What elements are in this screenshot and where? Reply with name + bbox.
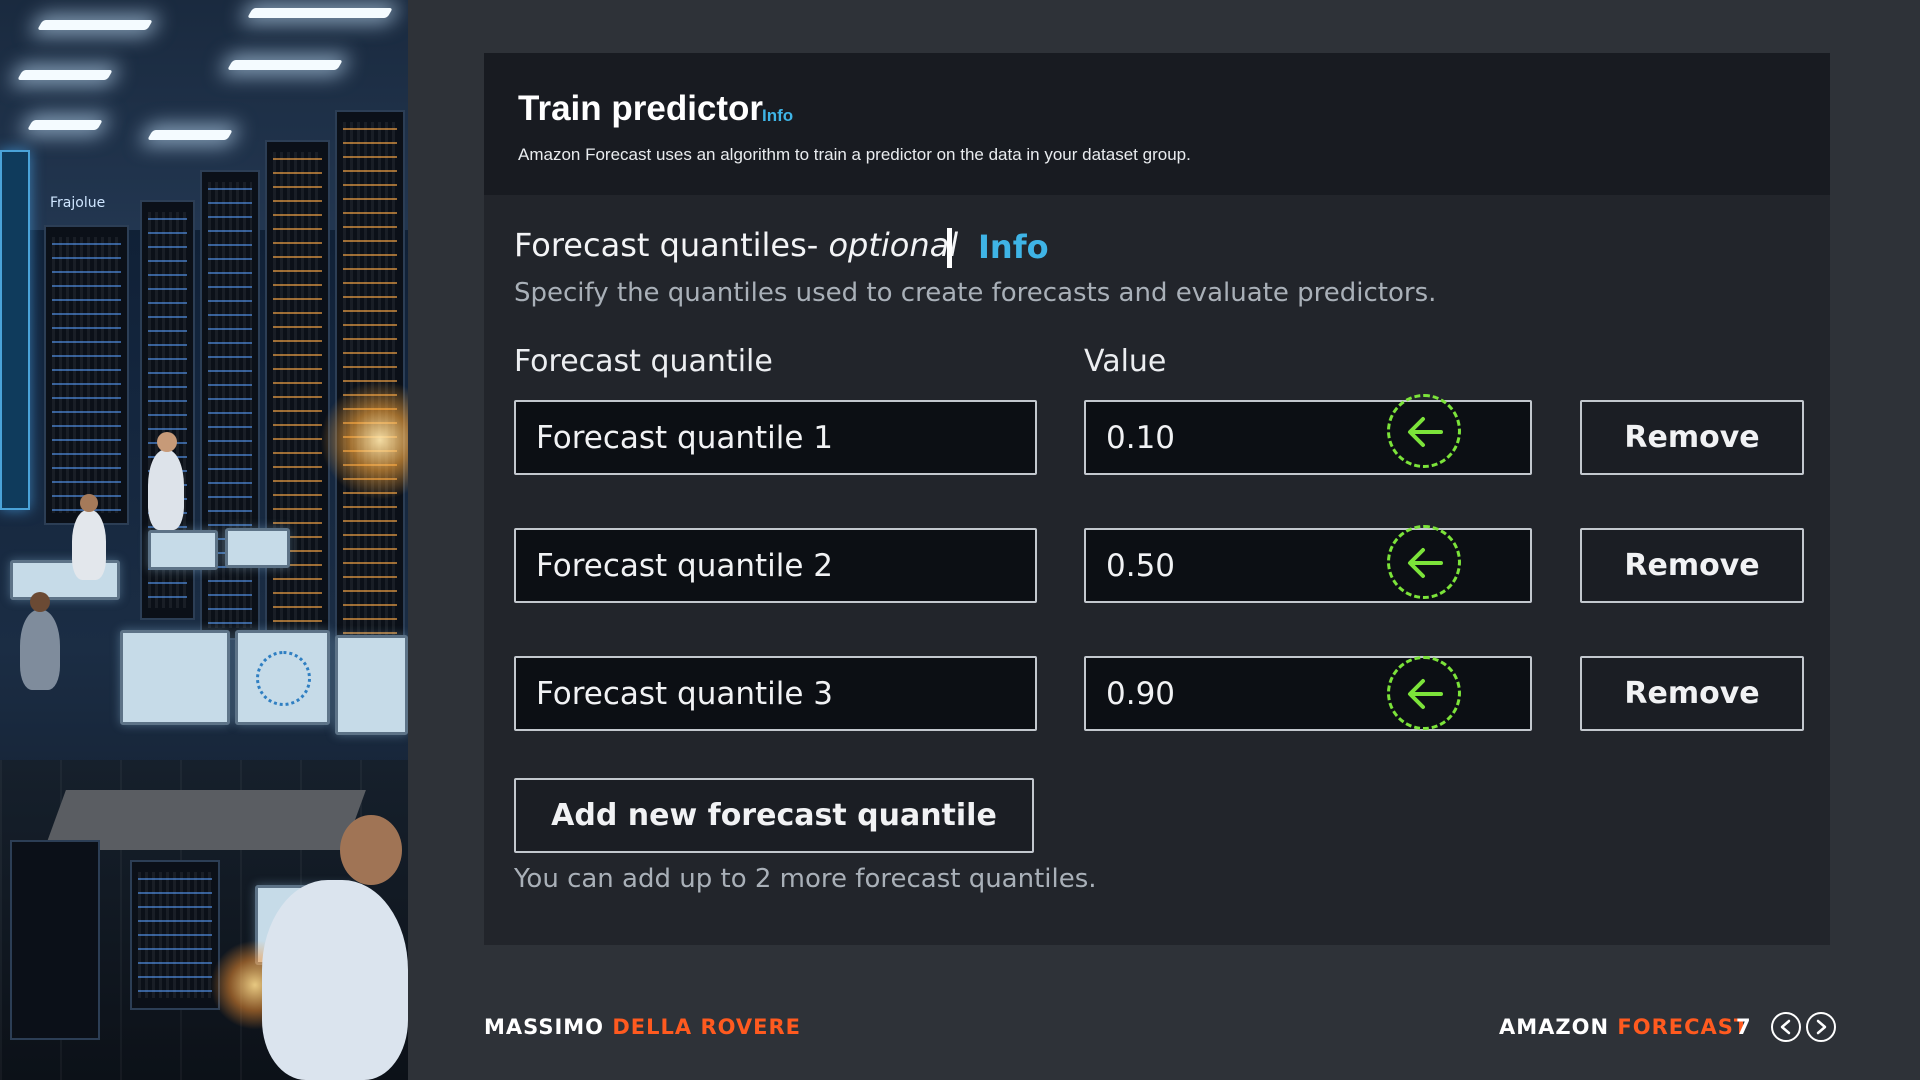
server-rack bbox=[265, 140, 330, 660]
wall-display bbox=[0, 150, 30, 510]
server-unit bbox=[10, 840, 100, 1040]
column-label-quantile: Forecast quantile bbox=[514, 344, 773, 379]
ceiling-light bbox=[37, 20, 153, 30]
section-separator bbox=[947, 228, 952, 268]
person bbox=[72, 510, 106, 580]
page-title: Train predictor bbox=[518, 89, 764, 128]
quantile-name-input[interactable]: Forecast quantile 1 bbox=[514, 400, 1037, 475]
previous-slide-button[interactable] bbox=[1771, 1012, 1801, 1042]
add-quantile-button[interactable]: Add new forecast quantile bbox=[514, 778, 1034, 853]
person-head bbox=[340, 815, 402, 885]
person-head bbox=[30, 592, 50, 612]
monitor bbox=[235, 630, 330, 725]
ceiling-light bbox=[247, 8, 393, 18]
monitor bbox=[120, 630, 230, 725]
header-info-link[interactable]: Info bbox=[762, 106, 793, 126]
data-center-illustration: Frajolue bbox=[0, 0, 408, 1080]
ceiling-light bbox=[27, 120, 103, 130]
footer-author: MASSIMO DELLA ROVERE bbox=[484, 1015, 801, 1039]
ceiling-light bbox=[147, 130, 233, 140]
monitor bbox=[225, 528, 290, 568]
quantile-value-input[interactable]: 0.90 bbox=[1084, 656, 1532, 731]
person bbox=[20, 610, 60, 690]
footer-product: AMAZON FORECAST bbox=[1499, 1015, 1749, 1039]
person-head bbox=[80, 494, 98, 512]
person bbox=[262, 880, 408, 1080]
panel-header: Train predictor Info Amazon Forecast use… bbox=[484, 53, 1830, 195]
section-title-text: Forecast quantiles- bbox=[514, 226, 819, 264]
section-description: Specify the quantiles used to create for… bbox=[514, 278, 1437, 308]
remove-button[interactable]: Remove bbox=[1580, 656, 1804, 731]
monitor bbox=[335, 635, 408, 735]
cursor-highlight bbox=[1387, 525, 1461, 599]
quantile-name-input[interactable]: Forecast quantile 3 bbox=[514, 656, 1037, 731]
ceiling-light bbox=[17, 70, 113, 80]
arrow-left-icon bbox=[1408, 548, 1443, 578]
product-first: AMAZON bbox=[1499, 1015, 1610, 1039]
remove-button[interactable]: Remove bbox=[1580, 528, 1804, 603]
person-head bbox=[157, 432, 177, 452]
add-quantile-note: You can add up to 2 more forecast quanti… bbox=[514, 864, 1097, 894]
author-first-name: MASSIMO bbox=[484, 1015, 605, 1039]
wall-sign: Frajolue bbox=[50, 195, 106, 211]
page-number: 7 bbox=[1736, 1015, 1751, 1039]
server-rack bbox=[44, 225, 129, 525]
author-last-name: DELLA ROVERE bbox=[612, 1015, 802, 1039]
train-predictor-panel: Train predictor Info Amazon Forecast use… bbox=[484, 53, 1830, 945]
next-slide-button[interactable] bbox=[1806, 1012, 1836, 1042]
ceiling-light bbox=[227, 60, 343, 70]
monitor bbox=[148, 530, 218, 570]
cursor-highlight bbox=[1387, 394, 1461, 468]
remove-button[interactable]: Remove bbox=[1580, 400, 1804, 475]
quantile-value-input[interactable]: 0.50 bbox=[1084, 528, 1532, 603]
chevron-left-icon bbox=[1780, 1019, 1791, 1035]
arrow-left-icon bbox=[1408, 417, 1443, 447]
page-description: Amazon Forecast uses an algorithm to tra… bbox=[518, 145, 1191, 164]
cursor-highlight bbox=[1387, 656, 1461, 730]
server-unit bbox=[130, 860, 220, 1010]
quantile-value-input[interactable]: 0.10 bbox=[1084, 400, 1532, 475]
arrow-left-icon bbox=[1408, 679, 1443, 709]
product-last: FORECAST bbox=[1617, 1015, 1750, 1039]
chevron-right-icon bbox=[1816, 1019, 1827, 1035]
section-info-link[interactable]: Info bbox=[978, 228, 1049, 266]
light-glow bbox=[320, 380, 408, 500]
column-label-value: Value bbox=[1084, 344, 1167, 379]
optional-label: optional bbox=[828, 226, 959, 264]
person bbox=[148, 450, 184, 530]
quantile-name-input[interactable]: Forecast quantile 2 bbox=[514, 528, 1037, 603]
section-title: Forecast quantiles- optional bbox=[514, 226, 958, 264]
